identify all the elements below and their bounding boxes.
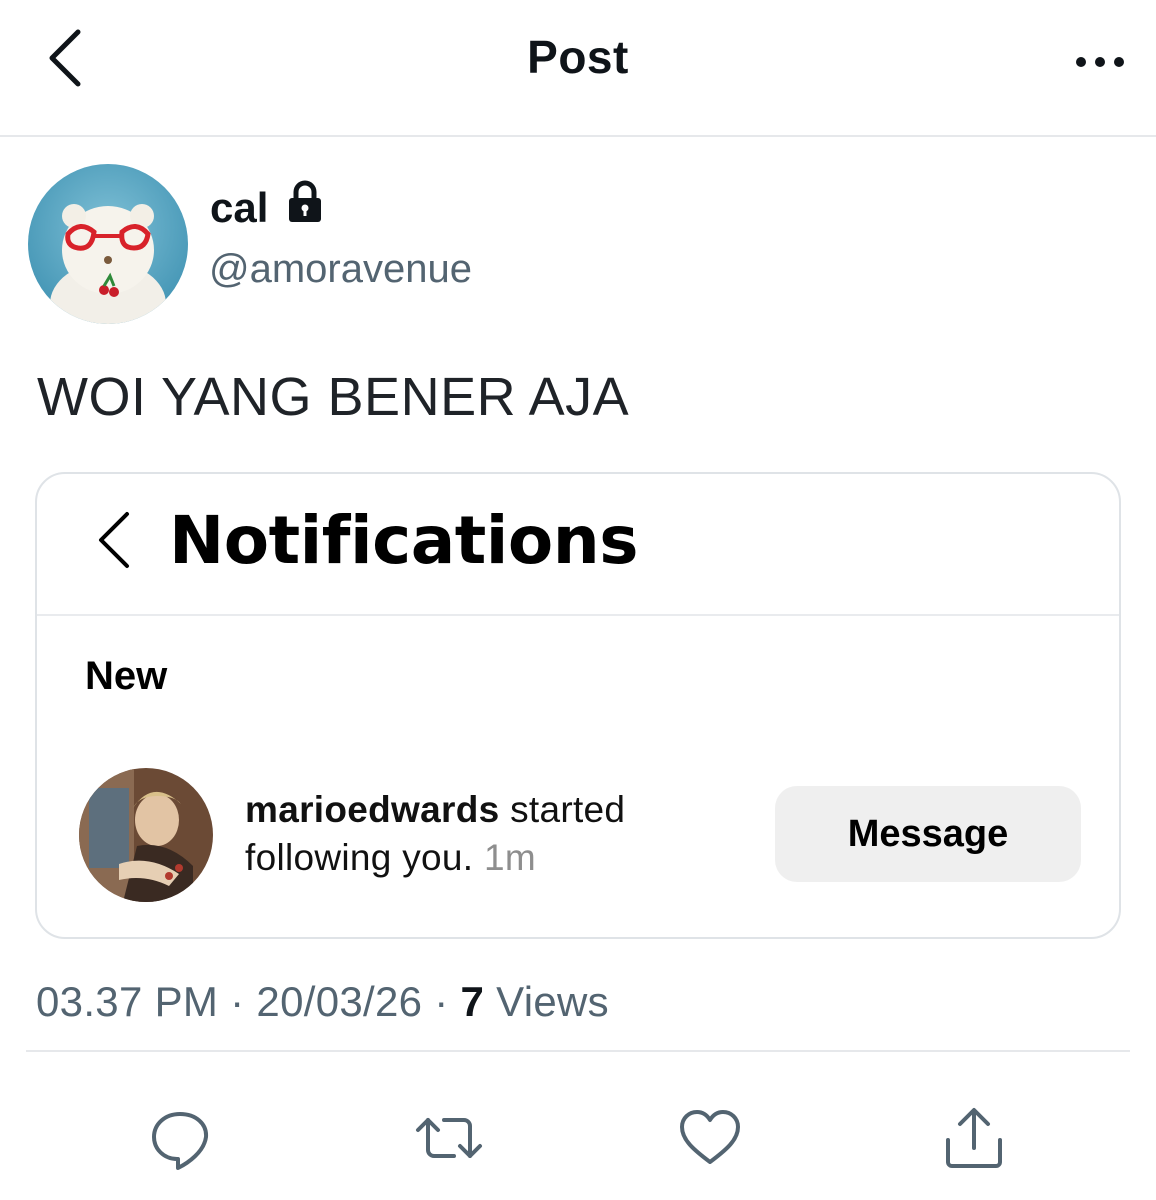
author-avatar[interactable] xyxy=(28,164,188,324)
retweet-icon xyxy=(416,1118,482,1158)
more-horizontal-icon xyxy=(1076,57,1124,67)
embedded-image-card[interactable]: Notifications New marioedwards started f… xyxy=(35,472,1121,939)
chevron-left-icon xyxy=(99,512,129,568)
tweet-text: WOI YANG BENER AJA xyxy=(37,367,630,427)
share-button[interactable] xyxy=(942,1106,1006,1170)
notification-action-text-1: started xyxy=(499,789,626,830)
meta-separator: · xyxy=(218,978,257,1025)
notification-time: 1m xyxy=(483,837,536,878)
notification-username: marioedwards xyxy=(245,789,500,830)
embedded-section-label: New xyxy=(85,654,168,698)
heart-icon xyxy=(680,1110,740,1164)
meta-separator: · xyxy=(422,978,461,1025)
reply-icon xyxy=(152,1112,209,1170)
person-photo-avatar-image xyxy=(79,768,213,902)
share-icon xyxy=(946,1108,1002,1168)
embedded-title: Notifications xyxy=(169,502,639,579)
embedded-notifications-header: Notifications xyxy=(37,474,1119,616)
embedded-back-chevron xyxy=(95,508,135,572)
author-handle[interactable]: @amoravenue xyxy=(209,247,472,292)
notification-text: marioedwards started following you. 1m xyxy=(245,786,725,882)
teddy-bear-avatar-image xyxy=(28,164,188,324)
reply-button[interactable] xyxy=(148,1106,212,1170)
views-label[interactable]: Views xyxy=(484,978,609,1025)
tweet-date: 20/03/26 xyxy=(256,978,423,1025)
lock-icon xyxy=(287,180,323,224)
author-display-name[interactable]: cal xyxy=(210,184,268,232)
notification-avatar xyxy=(79,768,213,902)
embedded-message-button: Message xyxy=(775,786,1081,882)
tweet-time: 03.37 PM xyxy=(36,978,219,1025)
page-title: Post xyxy=(527,31,629,83)
more-options-button[interactable] xyxy=(1074,52,1126,72)
like-button[interactable] xyxy=(678,1106,742,1170)
top-bar: Post xyxy=(0,0,1156,137)
retweet-button[interactable] xyxy=(414,1106,482,1170)
notification-action-text-2: following you. xyxy=(245,837,474,878)
divider xyxy=(26,1050,1130,1052)
views-count[interactable]: 7 xyxy=(461,978,485,1025)
tweet-meta: 03.37 PM · 20/03/26 · 7 Views xyxy=(36,978,609,1026)
